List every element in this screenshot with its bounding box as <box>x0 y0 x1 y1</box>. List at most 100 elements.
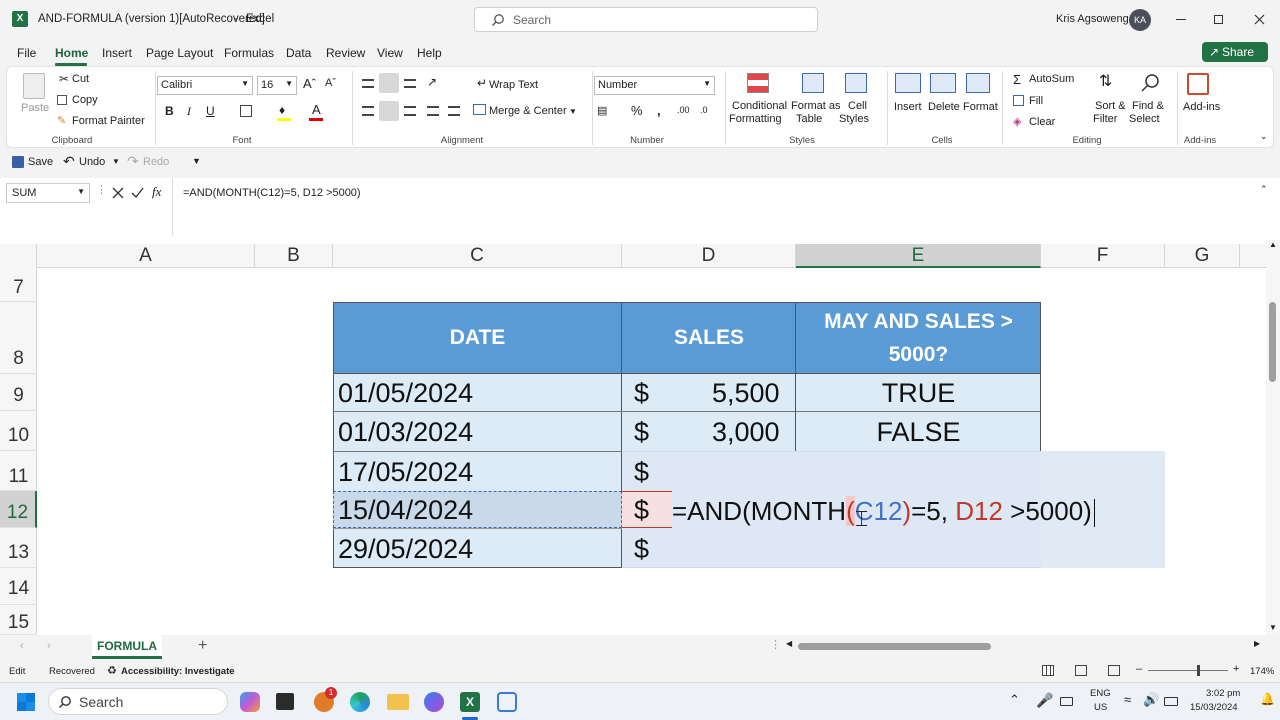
row-header-8[interactable]: 8 <box>0 302 37 374</box>
horizontal-scrollbar[interactable]: ◀ ▶ <box>786 639 1264 652</box>
row-header-11[interactable]: 11 <box>0 451 37 491</box>
cell-c13[interactable]: 29/05/2024 <box>338 530 473 568</box>
menu-file[interactable]: File <box>17 46 36 60</box>
increase-font-icon[interactable]: Aˆ <box>303 76 316 91</box>
row-header-9[interactable]: 9 <box>0 374 37 411</box>
column-header-d[interactable]: D <box>622 244 796 268</box>
scroll-right-icon[interactable]: ▶ <box>1254 639 1260 648</box>
row-header-7[interactable]: 7 <box>0 268 37 302</box>
clock-date[interactable]: 15/03/2024 <box>1190 702 1238 713</box>
cell-d10[interactable]: 3,000 <box>712 413 780 451</box>
cancel-icon[interactable] <box>112 187 124 199</box>
tab-prev-icon[interactable]: ‹ <box>20 640 24 652</box>
increase-indent-icon[interactable] <box>448 106 460 116</box>
edge-icon[interactable] <box>350 692 370 712</box>
formula-input[interactable]: =AND(MONTH(C12)=5, D12 >5000) <box>172 178 1260 236</box>
function-icon[interactable]: fx <box>152 184 161 200</box>
tab-next-icon[interactable]: › <box>47 640 51 652</box>
in-cell-formula-editor[interactable]: =AND(MONTH(C12)=5, D12 >5000) <box>672 491 1095 529</box>
excel-taskbar-icon[interactable]: X <box>460 692 480 712</box>
avatar[interactable]: KA <box>1129 9 1151 31</box>
underline-button[interactable]: U <box>206 104 215 118</box>
column-header-e[interactable]: E <box>796 244 1041 268</box>
expand-formula-icon[interactable]: ⌃ <box>1260 184 1268 195</box>
sheet-tab-formula[interactable]: FORMULA <box>92 635 162 659</box>
add-ins-button[interactable]: Add-ins <box>1183 101 1220 113</box>
tray-chevron-up-icon[interactable]: ⌃ <box>1009 692 1020 708</box>
scroll-thumb[interactable] <box>1269 302 1276 382</box>
borders-icon[interactable] <box>240 105 252 117</box>
collapse-ribbon-icon[interactable]: ⌄ <box>1260 131 1268 142</box>
comma-icon[interactable]: , <box>657 103 661 118</box>
accessibility-status[interactable]: Accessibility: Investigate <box>121 666 235 677</box>
share-button[interactable]: ↗ Share <box>1202 42 1268 62</box>
zoom-level[interactable]: 174% <box>1250 666 1274 677</box>
clear-button[interactable]: Clear <box>1029 116 1055 128</box>
cell-c11[interactable]: 17/05/2024 <box>338 453 473 491</box>
align-top-icon[interactable] <box>362 79 374 88</box>
align-center-icon[interactable] <box>379 101 399 121</box>
merge-center-button[interactable]: Merge & Center <box>489 105 567 117</box>
lang-line1[interactable]: ENG <box>1090 688 1111 699</box>
vertical-scrollbar[interactable]: ▲ ▼ <box>1266 240 1280 635</box>
menu-review[interactable]: Review <box>326 46 365 60</box>
delete-cells-button[interactable]: Delete <box>928 101 960 113</box>
number-format-select[interactable]: Number ▼ <box>594 76 715 95</box>
lang-line2[interactable]: US <box>1094 702 1107 713</box>
minimize-icon[interactable] <box>1176 19 1186 20</box>
enter-check-icon[interactable] <box>131 187 144 199</box>
find-select-button[interactable]: Find & <box>1132 100 1164 112</box>
taskbar-search[interactable]: Search <box>48 688 228 715</box>
menu-formulas[interactable]: Formulas <box>224 46 274 60</box>
microphone-icon[interactable]: 🎤 <box>1036 692 1053 709</box>
scroll-down-icon[interactable]: ▼ <box>1269 623 1277 632</box>
paste-icon[interactable] <box>23 73 45 99</box>
zoom-slider-thumb[interactable] <box>1197 665 1200 676</box>
search-box[interactable]: Search <box>474 7 818 32</box>
format-as-table-button[interactable]: Format as <box>791 100 841 112</box>
name-box[interactable]: SUM ▼ <box>6 183 90 203</box>
decrease-indent-icon[interactable] <box>427 106 439 116</box>
font-color-icon[interactable]: A <box>312 102 321 117</box>
excel-icon[interactable]: X <box>12 11 28 27</box>
sort-filter-button[interactable]: Sort & <box>1095 100 1126 112</box>
scroll-up-icon[interactable]: ▲ <box>1269 240 1277 249</box>
cell-styles-button[interactable]: Cell <box>848 100 867 112</box>
scroll-left-icon[interactable]: ◀ <box>786 639 792 648</box>
page-layout-view-icon[interactable] <box>1075 665 1087 676</box>
snipping-tool-icon[interactable] <box>497 692 517 712</box>
chevron-down-icon[interactable]: ▼ <box>112 157 120 166</box>
orientation-icon[interactable]: ↗ <box>427 75 437 89</box>
menu-data[interactable]: Data <box>286 46 311 60</box>
column-header-g[interactable]: G <box>1165 244 1240 268</box>
copy-button[interactable]: Copy <box>72 94 98 106</box>
task-view-icon[interactable] <box>276 693 294 710</box>
menu-insert[interactable]: Insert <box>102 46 132 60</box>
percent-icon[interactable]: % <box>631 103 643 118</box>
copilot-icon[interactable] <box>240 692 260 712</box>
menu-page-layout[interactable]: Page Layout <box>146 46 213 60</box>
font-size-select[interactable]: 16 ▼ <box>257 76 297 95</box>
conditional-formatting-button[interactable]: Conditional <box>732 100 787 112</box>
volume-icon[interactable]: 🔊 <box>1143 692 1159 708</box>
wrap-text-button[interactable]: Wrap Text <box>489 79 538 91</box>
zoom-in-icon[interactable]: + <box>1233 663 1239 675</box>
close-icon[interactable] <box>1254 14 1265 25</box>
menu-help[interactable]: Help <box>417 46 442 60</box>
zoom-out-icon[interactable]: – <box>1136 663 1142 675</box>
format-cells-button[interactable]: Format <box>963 101 998 113</box>
column-header-c[interactable]: C <box>333 244 622 268</box>
customize-qat-icon[interactable]: ▼ <box>192 156 201 166</box>
restore-icon[interactable] <box>1214 15 1223 24</box>
redo-button[interactable]: Redo <box>143 156 169 168</box>
clock-time[interactable]: 3:02 pm <box>1206 688 1240 699</box>
zoom-slider[interactable] <box>1148 665 1228 676</box>
battery-tray-icon[interactable] <box>1164 697 1178 706</box>
row-header-10[interactable]: 10 <box>0 411 37 451</box>
italic-button[interactable]: I <box>187 104 191 119</box>
row-header-12[interactable]: 12 <box>0 491 37 528</box>
autosum-button[interactable]: AutoSum <box>1029 73 1074 85</box>
windows-start-icon[interactable] <box>16 692 36 712</box>
page-break-view-icon[interactable] <box>1108 665 1120 676</box>
undo-button[interactable]: Undo <box>79 156 105 168</box>
